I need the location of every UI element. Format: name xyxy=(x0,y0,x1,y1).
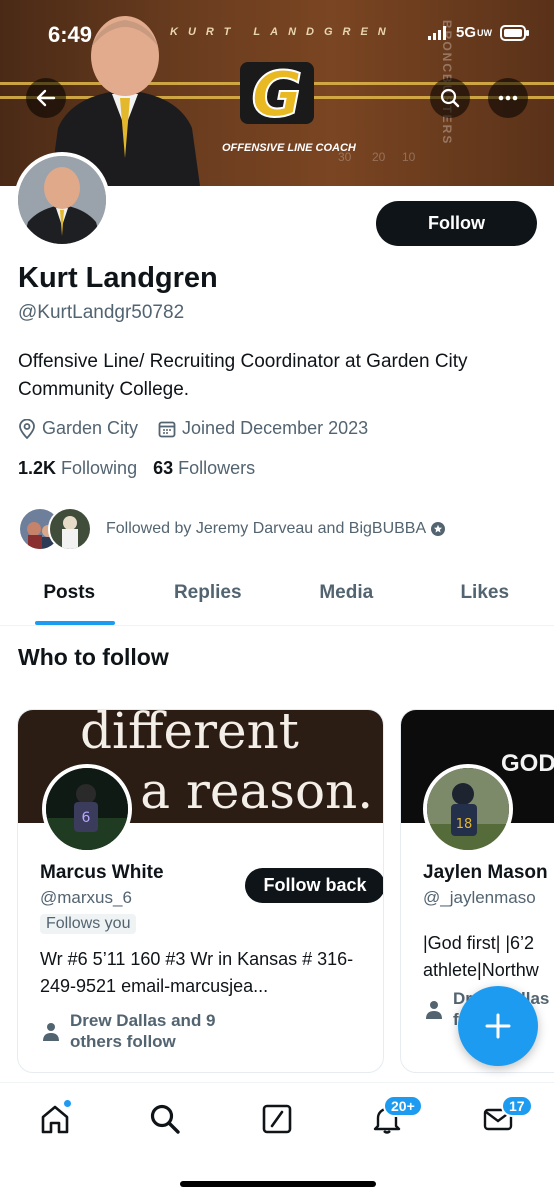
profile-stats: 1.2K Following 63 Followers xyxy=(18,458,255,479)
verified-icon xyxy=(431,522,446,536)
person-icon xyxy=(43,1023,59,1041)
more-options-button[interactable] xyxy=(488,78,528,118)
more-icon xyxy=(498,95,518,101)
notifications-badge: 20+ xyxy=(383,1095,423,1117)
battery-icon xyxy=(500,24,529,41)
card-name: Jaylen Mason xyxy=(423,862,548,883)
nav-home[interactable] xyxy=(35,1099,75,1139)
follower-avatar xyxy=(48,507,92,551)
person-icon xyxy=(426,1001,442,1019)
location-icon xyxy=(19,418,35,439)
social-proof-text: Drew Dallas and 9 others follow xyxy=(70,1011,216,1051)
calendar-icon xyxy=(158,421,176,437)
following-label: Following xyxy=(61,458,138,478)
card-banner-text: f a reason. xyxy=(90,762,374,820)
tab-replies[interactable]: Replies xyxy=(139,570,278,625)
joined-text: Joined December 2023 xyxy=(182,418,369,438)
card-social-proof: Drew Dallas and 9 others follow xyxy=(42,1010,252,1052)
profile-joined: Joined December 2023 xyxy=(158,418,368,439)
suggestion-card[interactable]: different f a reason. 6 Marcus White @ma… xyxy=(17,709,384,1073)
follows-you-badge: Follows you xyxy=(40,914,137,934)
profile-bio: Offensive Line/ Recruiting Coordinator a… xyxy=(18,351,468,400)
tab-media[interactable]: Media xyxy=(277,570,416,625)
active-tab-indicator xyxy=(35,621,115,625)
plus-icon xyxy=(485,1013,511,1039)
profile-handle: @KurtLandgr50782 xyxy=(18,302,185,323)
tab-likes[interactable]: Likes xyxy=(416,570,554,625)
who-to-follow-title: Who to follow xyxy=(18,644,169,670)
card-bio: |God first| |6’2 athlete|Northw xyxy=(423,933,539,980)
followers-label: Followers xyxy=(178,458,256,478)
grok-icon xyxy=(262,1104,292,1134)
banner-yard-number: 10 xyxy=(402,150,416,164)
network-sub: UW xyxy=(477,27,492,38)
messages-badge: 17 xyxy=(501,1095,533,1117)
followers-link[interactable]: 63 Followers xyxy=(153,458,255,479)
followers-count: 63 xyxy=(153,458,174,478)
home-notification-dot xyxy=(63,1099,72,1108)
tab-label: Posts xyxy=(43,582,96,603)
compose-button[interactable] xyxy=(458,986,538,1066)
network-type: 5G xyxy=(455,24,476,41)
tab-label: Media xyxy=(319,582,374,603)
profile-tabs: Posts Replies Media Likes xyxy=(0,570,554,626)
location-text: Garden City xyxy=(42,418,139,438)
follow-button[interactable]: Follow xyxy=(376,201,537,246)
profile-location: Garden City xyxy=(18,418,138,439)
back-arrow-icon xyxy=(36,89,56,107)
nav-search[interactable] xyxy=(145,1099,185,1139)
nav-grok[interactable] xyxy=(257,1099,297,1139)
card-avatar: 6 xyxy=(42,764,132,854)
banner-logo: G xyxy=(240,58,314,128)
card-handle: @_jaylenmaso xyxy=(423,888,536,907)
profile-name: Kurt Landgren xyxy=(18,262,218,294)
search-icon xyxy=(440,88,460,108)
back-button[interactable] xyxy=(26,78,66,118)
signal-icon xyxy=(427,25,446,40)
following-link[interactable]: 1.2K Following xyxy=(18,458,137,479)
card-avatar: 18 xyxy=(423,764,513,854)
followed-by-text: Followed by Jeremy Darveau and BigBUBBA xyxy=(106,520,427,537)
card-banner-text: GOD xyxy=(501,750,554,777)
tab-label: Replies xyxy=(173,582,242,603)
followed-by[interactable]: Followed by Jeremy Darveau and BigBUBBA xyxy=(18,507,446,551)
status-time: 6:49 xyxy=(48,22,93,47)
search-icon xyxy=(150,1104,180,1134)
following-count: 1.2K xyxy=(18,458,57,478)
search-button[interactable] xyxy=(430,78,470,118)
card-handle: @marxus_6 xyxy=(40,888,132,907)
tab-label: Likes xyxy=(460,582,510,603)
card-banner-text: different xyxy=(80,710,299,760)
profile-meta: Garden City Joined December 2023 xyxy=(18,418,388,439)
status-icons: 5G UW xyxy=(427,24,530,41)
svg-text:18: 18 xyxy=(456,817,473,832)
banner-yard-number: 20 xyxy=(372,150,386,164)
card-name: Marcus White xyxy=(40,862,164,883)
follow-back-button[interactable]: Follow back xyxy=(245,868,383,903)
home-indicator xyxy=(180,1181,376,1187)
banner-caption: OFFENSIVE LINE COACH xyxy=(222,142,356,154)
svg-text:G: G xyxy=(252,58,303,128)
tab-posts[interactable]: Posts xyxy=(0,570,139,625)
card-bio: Wr #6 5’11 160 #3 Wr in Kansas # 316-249… xyxy=(40,949,354,996)
profile-avatar[interactable] xyxy=(14,152,110,248)
svg-text:6: 6 xyxy=(82,810,91,826)
avatar-image xyxy=(18,156,106,244)
